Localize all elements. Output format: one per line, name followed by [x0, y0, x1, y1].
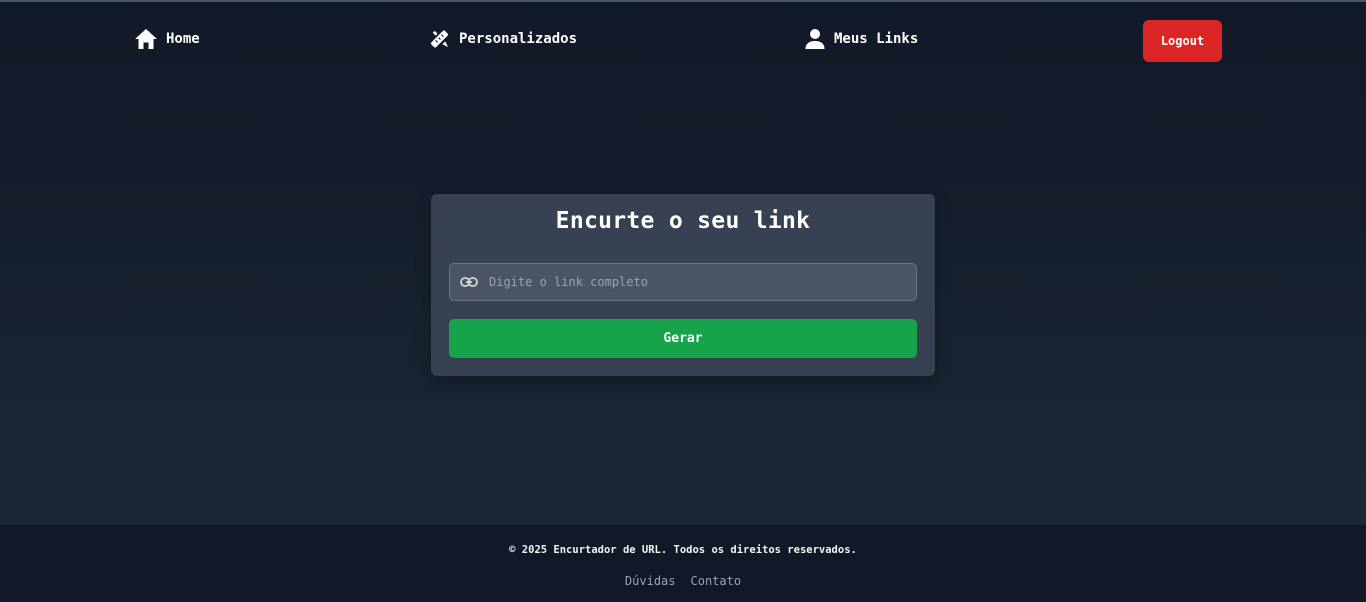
- generate-button[interactable]: Gerar: [449, 319, 917, 358]
- footer-links: Dúvidas Contato: [0, 574, 1366, 588]
- logout-button[interactable]: Logout: [1143, 20, 1222, 62]
- footer: © 2025 Encurtador de URL. Todos os direi…: [0, 525, 1366, 602]
- nav-personalizados-label: Personalizados: [459, 31, 578, 47]
- url-input-wrapper[interactable]: [449, 263, 917, 301]
- nav-personalizados[interactable]: Personalizados: [428, 26, 577, 52]
- footer-link-contato[interactable]: Contato: [691, 574, 742, 588]
- home-icon: [134, 28, 158, 50]
- shorten-card: Encurte o seu link Gerar: [431, 194, 935, 376]
- link-icon: [460, 273, 478, 291]
- url-input[interactable]: [489, 275, 916, 289]
- nav-home[interactable]: Home: [134, 26, 200, 52]
- footer-link-duvidas[interactable]: Dúvidas: [625, 574, 676, 588]
- nav-home-label: Home: [166, 31, 200, 47]
- pencil-ruler-icon: [428, 28, 451, 51]
- copyright-text: © 2025 Encurtador de URL. Todos os direi…: [509, 544, 857, 556]
- nav-meus-links[interactable]: Meus Links: [804, 26, 918, 52]
- card-title: Encurte o seu link: [555, 208, 811, 234]
- navbar: Home Personalizados Meus Links Logout: [0, 2, 1366, 80]
- nav-meus-links-label: Meus Links: [834, 31, 919, 47]
- user-icon: [804, 28, 826, 50]
